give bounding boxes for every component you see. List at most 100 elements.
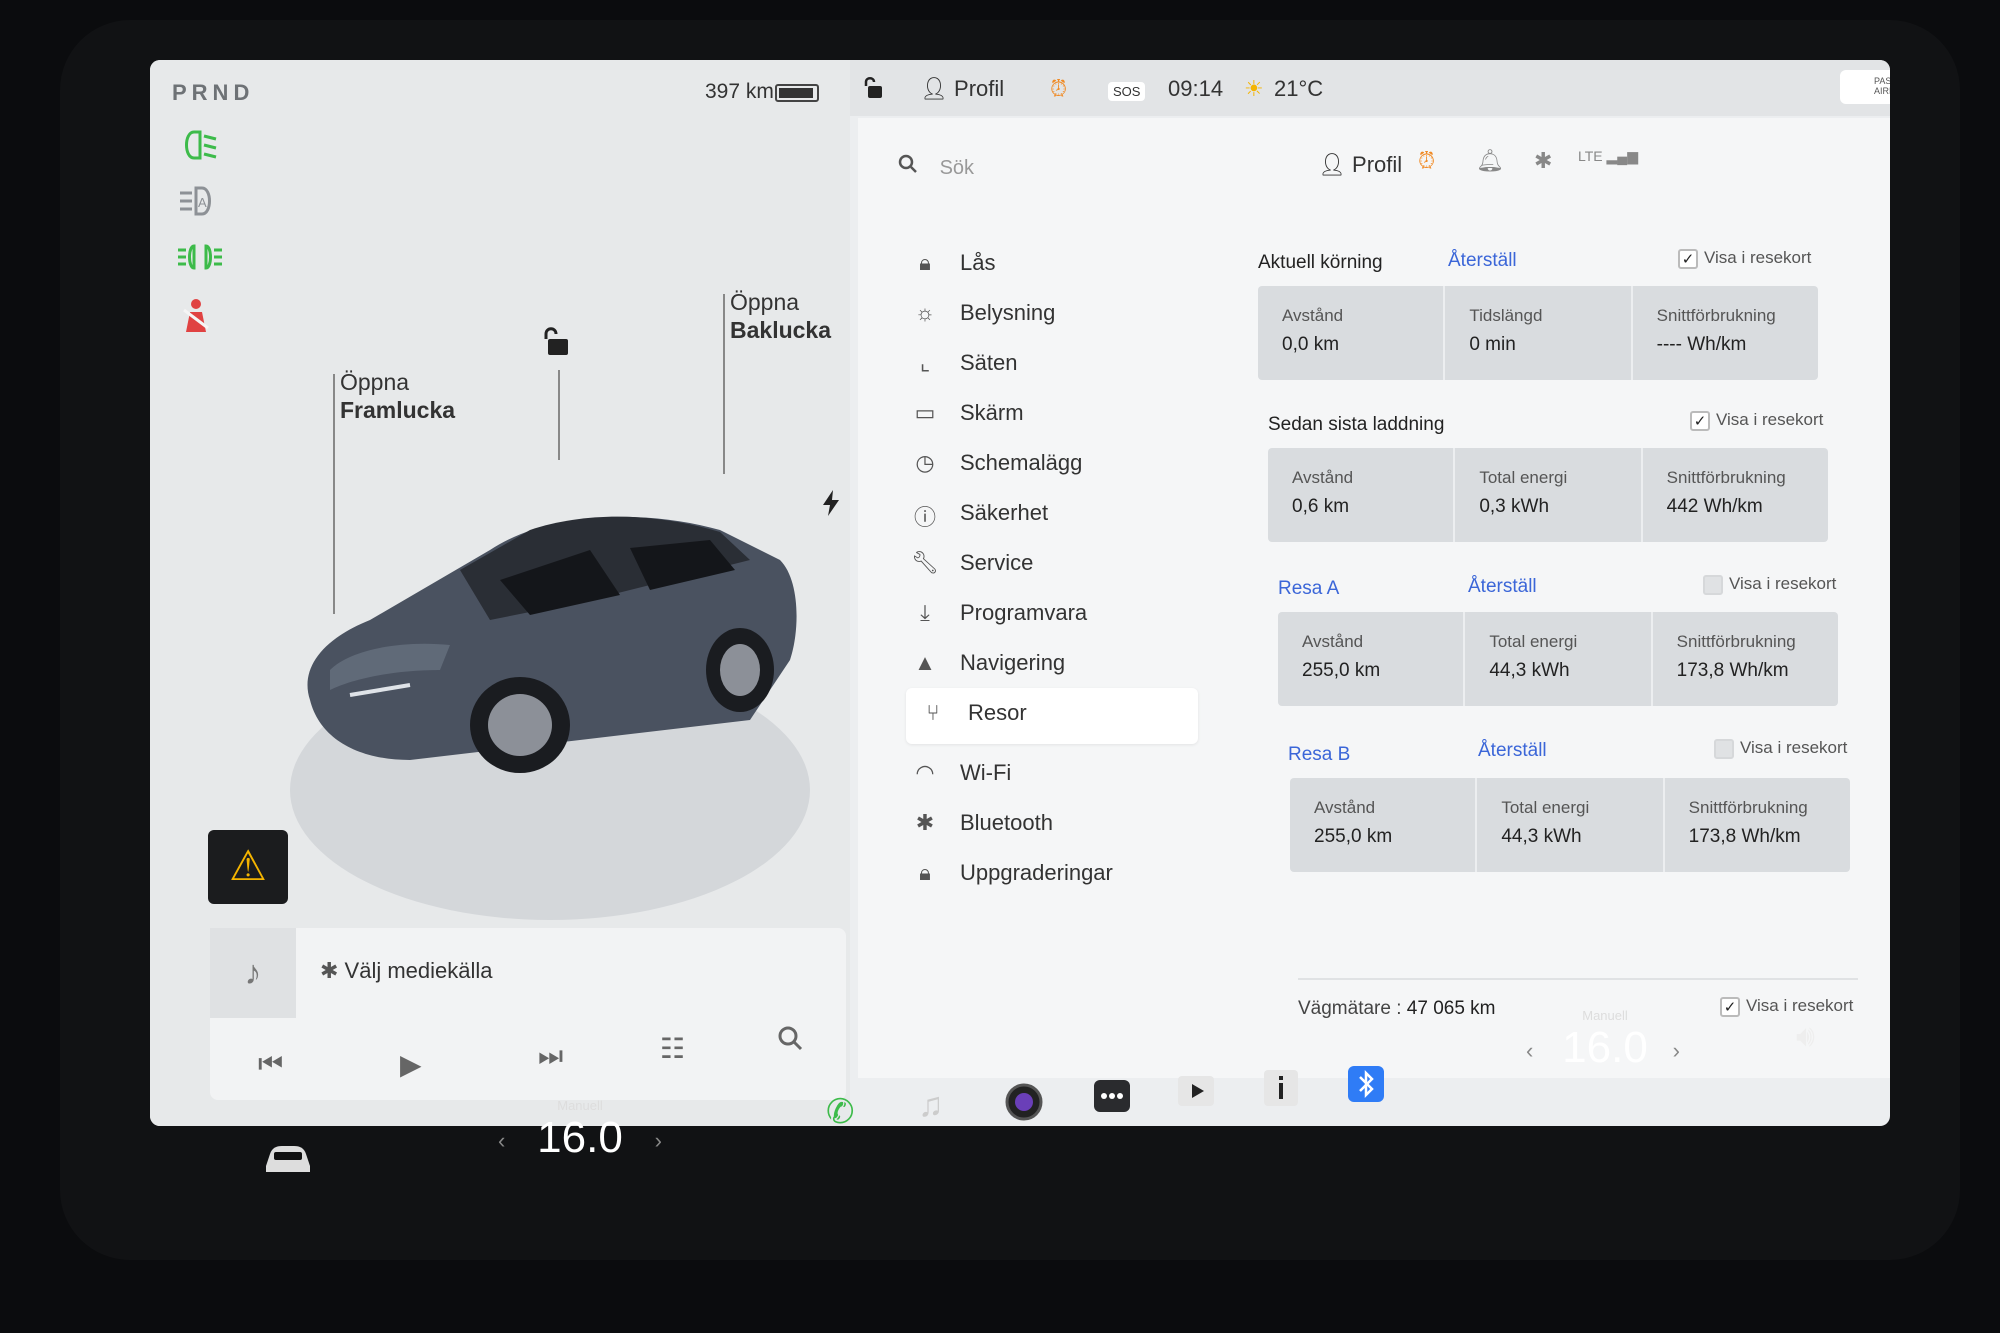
menu-item-bluetooth[interactable]: ✱ Bluetooth xyxy=(898,798,1198,850)
menu-item-wifi[interactable]: ◠ Wi-Fi xyxy=(898,748,1198,800)
checkbox-checked-icon[interactable]: ✓ xyxy=(1678,248,1698,269)
hazard-button[interactable]: ⚠ xyxy=(208,830,288,904)
menu-label: Belysning xyxy=(960,300,1056,325)
trips-icon: ⑂ xyxy=(926,700,940,725)
menu-item-belysning[interactable]: ☼ Belysning xyxy=(898,288,1198,340)
current-drive-show-toggle[interactable]: ✓ Visa i resekort xyxy=(1678,248,1811,269)
checkbox-checked-icon[interactable]: ✓ xyxy=(1690,410,1710,431)
menu-item-resor[interactable]: ⑂ Resor xyxy=(906,688,1198,744)
stat-cell: Snittförbrukning 442 Wh/km xyxy=(1643,448,1828,542)
alarm-icon[interactable]: ⏰︎ xyxy=(1418,148,1435,174)
menu-item-skarm[interactable]: ▭ Skärm xyxy=(898,388,1198,440)
bottom-dock: Manuell 16.0 ‹ › ✆ ♫ Manuell 16.0 ‹ › 🔊︎ xyxy=(0,1008,2000,1208)
svg-text:A: A xyxy=(198,195,207,210)
trip-b-reset-button[interactable]: Återställ xyxy=(1478,740,1547,762)
stat-cell: Avstånd 255,0 km xyxy=(1278,612,1466,706)
music-note-icon: ♪ xyxy=(210,928,296,1018)
odometer-value: 47 065 km xyxy=(1406,998,1496,1019)
profile-icon: 👤︎ xyxy=(1318,152,1353,177)
current-drive-reset-button[interactable]: Återställ xyxy=(1448,250,1517,272)
since-charge-show-toggle[interactable]: ✓ Visa i resekort xyxy=(1690,410,1823,431)
safety-icon: ⓘ xyxy=(913,505,936,530)
checkbox-unchecked-icon[interactable] xyxy=(1714,738,1734,759)
menu-item-uppgraderingar[interactable]: 🔒︎ Uppgraderingar xyxy=(898,848,1198,900)
passenger-climate-control[interactable]: Manuell 16.0 ‹ › xyxy=(1526,1008,1680,1073)
light-icon: ☼ xyxy=(914,300,936,325)
menu-label: Schemalägg xyxy=(960,450,1083,475)
low-beam-icon xyxy=(176,128,224,164)
sos-badge[interactable]: SOS xyxy=(1108,82,1146,101)
stat-cell: Total energi 0,3 kWh xyxy=(1455,448,1643,542)
menu-item-service[interactable]: 🔧︎ Service xyxy=(898,538,1198,590)
odometer-show-toggle[interactable]: ✓ Visa i resekort xyxy=(1720,996,1853,1017)
stat-label: Snittförbrukning xyxy=(1656,306,1776,325)
search-placeholder: Sök xyxy=(939,157,975,179)
profile-status[interactable]: 👤︎ Profil xyxy=(920,76,1004,102)
music-icon[interactable]: ♫ xyxy=(918,1086,944,1125)
trip-a-show-toggle[interactable]: Visa i resekort xyxy=(1703,574,1836,595)
open-frunk-label: Öppna xyxy=(340,369,410,395)
stat-label: Tidslängd xyxy=(1469,306,1543,325)
equalizer-icon[interactable]: ☷ xyxy=(660,1032,685,1065)
sun-icon: ☀ xyxy=(1244,76,1264,101)
camera-icon[interactable] xyxy=(1004,1082,1044,1131)
menu-item-schemalagg[interactable]: ◷ Schemalägg xyxy=(898,438,1198,490)
stat-value: 442 Wh/km xyxy=(1666,496,1763,517)
menu-item-programvara[interactable]: ⤓ Programvara xyxy=(898,588,1198,640)
menu-label: Wi-Fi xyxy=(960,760,1012,785)
unlock-icon[interactable] xyxy=(540,325,570,366)
menu-label: Bluetooth xyxy=(960,810,1053,835)
trip-b-show-toggle[interactable]: Visa i resekort xyxy=(1714,738,1847,759)
chevron-left-icon[interactable]: ‹ xyxy=(1526,1038,1533,1064)
menu-item-sakerhet[interactable]: ⓘ Säkerhet xyxy=(898,488,1198,540)
show-in-trip-card-label: Visa i resekort xyxy=(1716,410,1824,429)
menu-item-saten[interactable]: ⌞ Säten xyxy=(898,338,1198,390)
settings-search[interactable]: Sök xyxy=(898,154,974,180)
menu-label: Resor xyxy=(968,700,1027,725)
clock-icon: ◷ xyxy=(915,450,935,475)
show-in-trip-card-label: Visa i resekort xyxy=(1729,574,1837,593)
open-trunk-button[interactable]: Öppna Baklucka xyxy=(730,288,831,344)
wrench-icon: 🔧︎ xyxy=(911,550,939,575)
car-icon[interactable] xyxy=(262,1142,314,1185)
stat-cell: Avstånd 0,0 km xyxy=(1258,286,1446,380)
stat-value: 44,3 kWh xyxy=(1489,660,1570,681)
driver-climate-control[interactable]: Manuell 16.0 ‹ › xyxy=(498,1098,662,1163)
trip-a-title: Resa A xyxy=(1278,578,1340,599)
menu-item-las[interactable]: 🔒︎ Lås xyxy=(898,238,1198,290)
bluetooth-app-icon[interactable] xyxy=(1346,1064,1386,1113)
trip-b-title: Resa B xyxy=(1288,744,1351,765)
seatbelt-warning-icon xyxy=(176,298,224,334)
charge-port-icon[interactable] xyxy=(820,488,842,525)
trip-a-card: Avstånd 255,0 km Total energi 44,3 kWh Sni… xyxy=(1278,612,1838,706)
trip-a-reset-button[interactable]: Återställ xyxy=(1468,576,1537,598)
passenger-climate-label: Manuell xyxy=(1582,1008,1628,1023)
checkbox-unchecked-icon[interactable] xyxy=(1703,574,1723,595)
stat-cell: Snittförbrukning 173,8 Wh/km xyxy=(1653,612,1838,706)
driver-temperature: 16.0 xyxy=(537,1113,623,1162)
battery-icon xyxy=(775,84,819,102)
open-frunk-button[interactable]: Öppna Framlucka xyxy=(340,368,455,424)
volume-icon[interactable]: 🔊︎ xyxy=(1796,1020,1815,1054)
media-source-selector[interactable]: ✱ Välj mediekälla xyxy=(320,958,493,984)
menu-label: Navigering xyxy=(960,650,1066,675)
bluetooth-icon[interactable]: ✱ xyxy=(1534,148,1552,174)
bell-icon[interactable]: 🔔︎ xyxy=(1476,148,1504,174)
trip-b-card: Avstånd 255,0 km Total energi 44,3 kWh Sni… xyxy=(1290,778,1850,872)
chevron-right-icon[interactable]: › xyxy=(1673,1038,1680,1064)
theater-icon[interactable] xyxy=(1176,1072,1216,1119)
menu-item-navigering[interactable]: ▲ Navigering xyxy=(898,638,1198,690)
alarm-icon[interactable]: ⏰︎ xyxy=(1050,76,1067,102)
phone-icon[interactable]: ✆ xyxy=(826,1092,855,1132)
chevron-right-icon[interactable]: › xyxy=(655,1128,662,1154)
manual-icon[interactable] xyxy=(1262,1068,1300,1117)
media-search-icon[interactable] xyxy=(776,1024,804,1059)
show-in-trip-card-label: Visa i resekort xyxy=(1704,248,1812,267)
menu-label: Uppgraderingar xyxy=(960,860,1113,885)
settings-profile-button[interactable]: 👤︎ Profil xyxy=(1318,152,1402,178)
checkbox-checked-icon[interactable]: ✓ xyxy=(1720,996,1740,1017)
chevron-left-icon[interactable]: ‹ xyxy=(498,1128,505,1154)
clock-time: 09:14 xyxy=(1168,76,1224,101)
more-apps-icon[interactable] xyxy=(1092,1078,1132,1123)
padlock-status-icon[interactable] xyxy=(862,76,884,106)
